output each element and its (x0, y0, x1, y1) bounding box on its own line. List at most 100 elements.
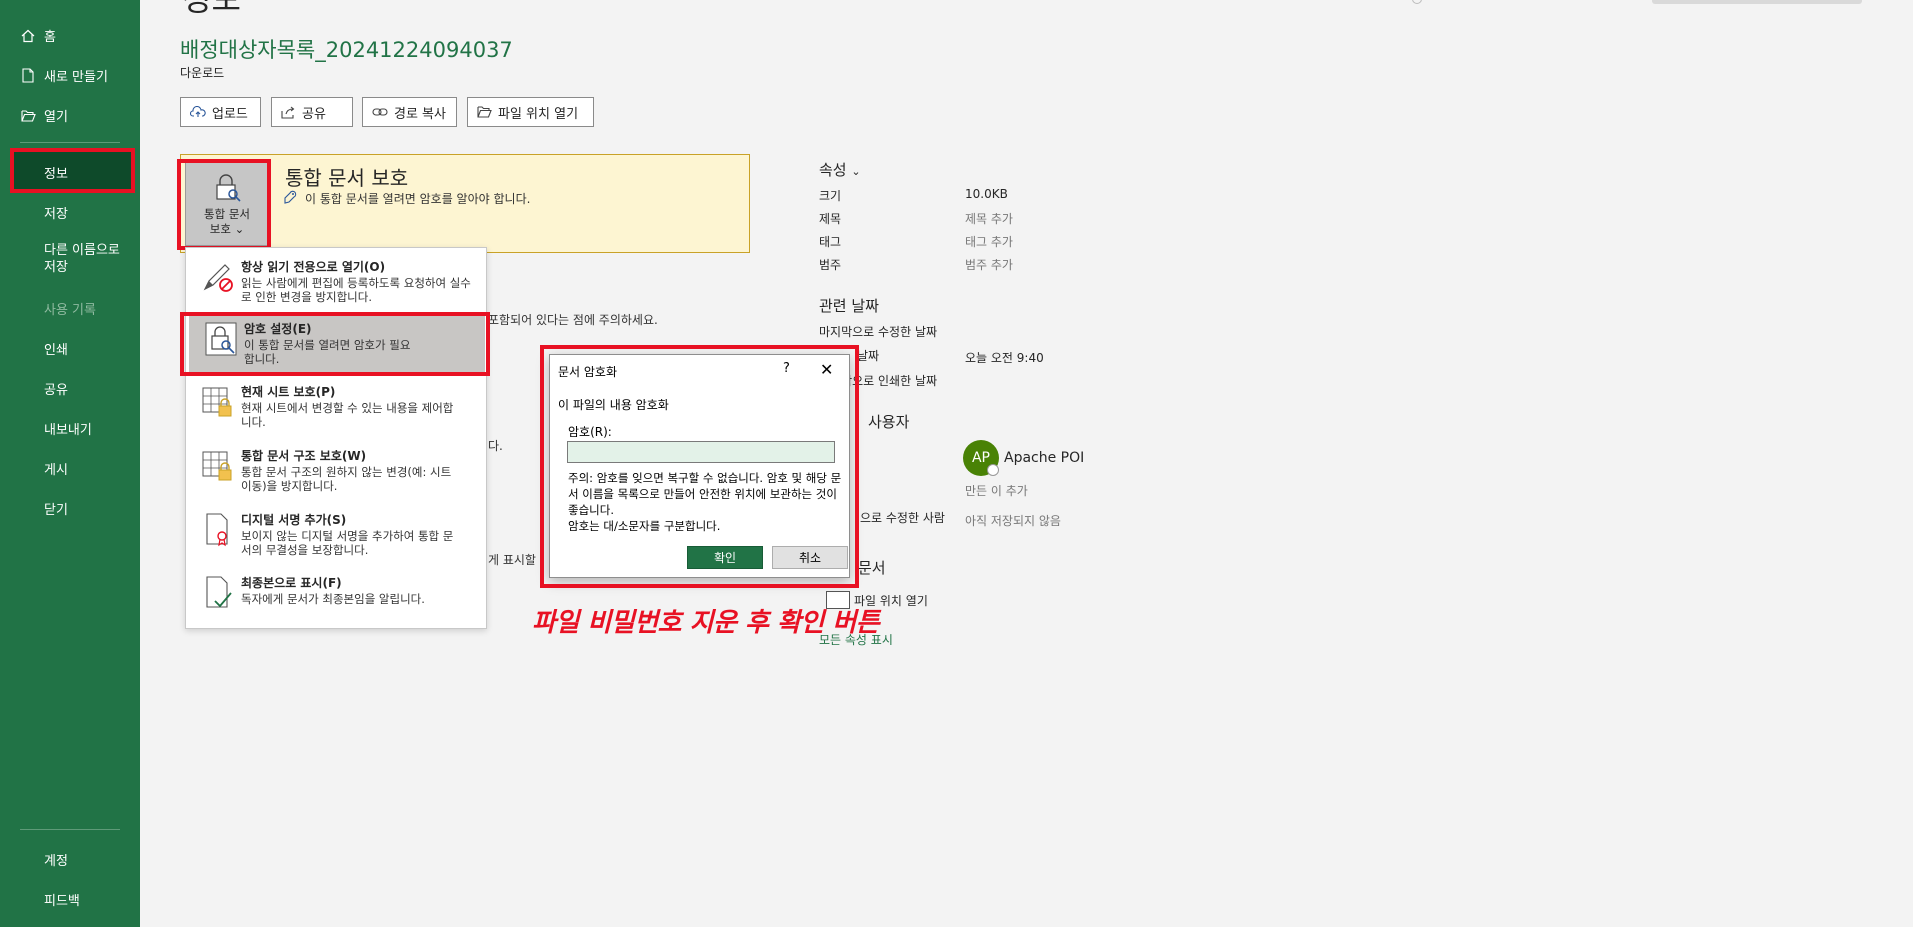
cancel-button[interactable]: 취소 (772, 546, 848, 569)
menu-item-protect-structure[interactable]: 통합 문서 구조 보호(W) 통합 문서 구조의 원하지 않는 변경(예: 시트… (186, 442, 486, 500)
prop-size-label: 크기 (819, 189, 842, 203)
folder-open-icon (20, 108, 36, 124)
link-icon (372, 107, 388, 117)
menu-item-read-only[interactable]: 항상 읽기 전용으로 열기(O) 읽는 사람에게 편집에 등록하도록 요청하여 … (186, 253, 486, 311)
page-heading: 정보 (182, 0, 241, 20)
share-button[interactable]: 공유 (271, 97, 353, 127)
pencil-prohibited-icon (201, 259, 235, 295)
background-text: 다. (488, 439, 503, 453)
sidebar-item-label: 다른 이름으로 저장 (44, 243, 120, 275)
menu-item-desc: 이 통합 문서를 열려면 암호가 필요합니다. (244, 338, 411, 366)
people-heading: 사용자 (868, 413, 910, 431)
prop-size-value: 10.0KB (965, 187, 1008, 201)
dialog-warning-note: 주의: 암호를 잊으면 복구할 수 없습니다. 암호 및 해당 문서 이름을 목… (568, 471, 842, 533)
created-label: 날짜 (857, 349, 880, 363)
lock-key-icon (213, 173, 241, 207)
sidebar-item-print[interactable]: 인쇄 (44, 339, 162, 358)
protect-workbook-menu: 항상 읽기 전용으로 열기(O) 읽는 사람에게 편집에 등록하도록 요청하여 … (185, 247, 487, 629)
home-icon (20, 28, 36, 44)
properties-heading-text: 속성 (819, 161, 847, 179)
add-author-link[interactable]: 만든 이 추가 (965, 482, 1028, 499)
cloud-upload-icon (190, 106, 206, 118)
sheet-lock-icon (201, 384, 235, 420)
lock-key-icon (204, 321, 238, 357)
copy-path-label: 경로 복사 (394, 106, 446, 122)
sidebar-item-account[interactable]: 계정 (44, 850, 162, 869)
related-docs-heading: 문서 (858, 559, 886, 577)
last-modified-label: 마지막으로 수정한 날짜 (819, 325, 938, 339)
sidebar-divider (20, 142, 120, 143)
new-file-icon (20, 68, 36, 84)
upload-button[interactable]: 업로드 (180, 97, 261, 127)
protect-workbook-button[interactable]: 통합 문서 보호 ⌄ (185, 162, 269, 246)
protect-button-line2: 보호 ⌄ (210, 222, 244, 237)
top-bar-fragment (1652, 0, 1862, 4)
sidebar-item-info[interactable]: 정보 (44, 163, 162, 182)
sidebar-item-save[interactable]: 저장 (44, 203, 162, 222)
menu-item-digital-signature[interactable]: 디지털 서명 추가(S) 보이지 않는 디지털 서명을 추가하여 통합 문서의 … (186, 506, 486, 564)
prop-tags-value[interactable]: 태그 추가 (965, 233, 1013, 250)
menu-item-encrypt-password[interactable]: 암호 설정(E) 이 통합 문서를 열려면 암호가 필요합니다. (189, 315, 485, 373)
menu-item-title: 통합 문서 구조 보호(W) (241, 449, 367, 463)
ok-button[interactable]: 확인 (687, 546, 763, 569)
properties-heading[interactable]: 속성 ⌄ (819, 159, 861, 180)
prop-tags-label: 태그 (819, 235, 842, 249)
menu-item-title: 항상 읽기 전용으로 열기(O) (241, 260, 386, 274)
workbook-lock-icon (201, 448, 235, 484)
menu-item-desc: 통합 문서 구조의 원하지 않는 변경(예: 시트 이동)을 방지합니다. (241, 465, 452, 493)
document-check-icon (201, 575, 235, 611)
dialog-title: 문서 암호화 (558, 365, 618, 379)
sidebar-item-save-as[interactable]: 다른 이름으로 저장 (44, 242, 128, 276)
copy-path-button[interactable]: 경로 복사 (362, 97, 457, 127)
top-dot-fragment (1412, 0, 1422, 4)
sidebar-item-label: 열기 (44, 110, 68, 125)
sidebar-item-label: 사용 기록 (44, 303, 96, 318)
instruction-annotation: 파일 비밀번호 지운 후 확인 버튼 (532, 608, 880, 638)
open-location-label: 파일 위치 열기 (498, 106, 579, 122)
sidebar-item-new[interactable]: 새로 만들기 (20, 66, 138, 85)
menu-item-title: 최종본으로 표시(F) (241, 576, 342, 590)
protect-desc-text: 이 통합 문서를 열려면 암호를 알아야 합니다. (305, 192, 531, 206)
menu-item-desc: 독자에게 문서가 최종본임을 알립니다. (241, 592, 425, 606)
sidebar-item-export[interactable]: 내보내기 (44, 419, 162, 438)
sidebar-item-label: 내보내기 (44, 423, 92, 438)
prop-title-value[interactable]: 제목 추가 (965, 210, 1013, 227)
sidebar-item-home[interactable]: 홈 (20, 26, 138, 45)
sidebar-item-label: 인쇄 (44, 343, 68, 358)
close-icon[interactable]: ✕ (820, 360, 833, 379)
presence-dot (987, 464, 999, 476)
sidebar-item-label: 저장 (44, 207, 68, 222)
upload-label: 업로드 (212, 106, 248, 122)
protect-title: 통합 문서 보호 (285, 166, 409, 190)
last-modified-by-label: 으로 수정한 사람 (860, 511, 945, 525)
menu-item-desc: 현재 시트에서 변경할 수 있는 내용을 제어합니다. (241, 401, 454, 429)
protect-button-line2-text: 보호 (209, 222, 231, 236)
sidebar-item-feedback[interactable]: 피드백 (44, 890, 162, 909)
sidebar-item-label: 닫기 (44, 503, 68, 518)
sidebar-item-publish[interactable]: 게시 (44, 459, 162, 478)
sidebar-item-share[interactable]: 공유 (44, 379, 162, 398)
sidebar-item-label: 계정 (44, 854, 68, 869)
sidebar-item-open[interactable]: 열기 (20, 106, 138, 125)
menu-item-title: 암호 설정(E) (244, 322, 312, 336)
backstage-sidebar: 홈 새로 만들기 열기 정보 저장 다른 이름으로 저장 사용 기록 인쇄 공유… (0, 0, 140, 927)
sidebar-divider (20, 829, 120, 830)
sidebar-item-label: 게시 (44, 463, 68, 478)
prop-category-label: 범주 (819, 258, 842, 272)
sidebar-item-close[interactable]: 닫기 (44, 499, 162, 518)
protect-description: 이 통합 문서를 열려면 암호를 알아야 합니다. (283, 189, 530, 208)
menu-item-mark-final[interactable]: 최종본으로 표시(F) 독자에게 문서가 최종본임을 알립니다. (186, 569, 486, 627)
password-label: 암호(R): (568, 425, 612, 439)
prop-category-value[interactable]: 범주 추가 (965, 256, 1013, 273)
dates-heading: 관련 날짜 (819, 297, 879, 315)
sidebar-item-history: 사용 기록 (44, 299, 162, 318)
folder-open-icon (477, 106, 492, 118)
password-field[interactable] (567, 441, 835, 463)
open-location-button[interactable]: 파일 위치 열기 (467, 97, 594, 127)
menu-item-desc: 보이지 않는 디지털 서명을 추가하여 통합 문서의 무결성을 보장합니다. (241, 529, 454, 557)
sidebar-item-label: 정보 (44, 167, 68, 182)
background-text: 포함되어 있다는 점에 주의하세요. (488, 313, 658, 327)
menu-item-protect-sheet[interactable]: 현재 시트 보호(P) 현재 시트에서 변경할 수 있는 내용을 제어합니다. (186, 378, 486, 436)
help-button[interactable]: ? (783, 361, 790, 376)
author-name: Apache POI (1004, 450, 1085, 466)
